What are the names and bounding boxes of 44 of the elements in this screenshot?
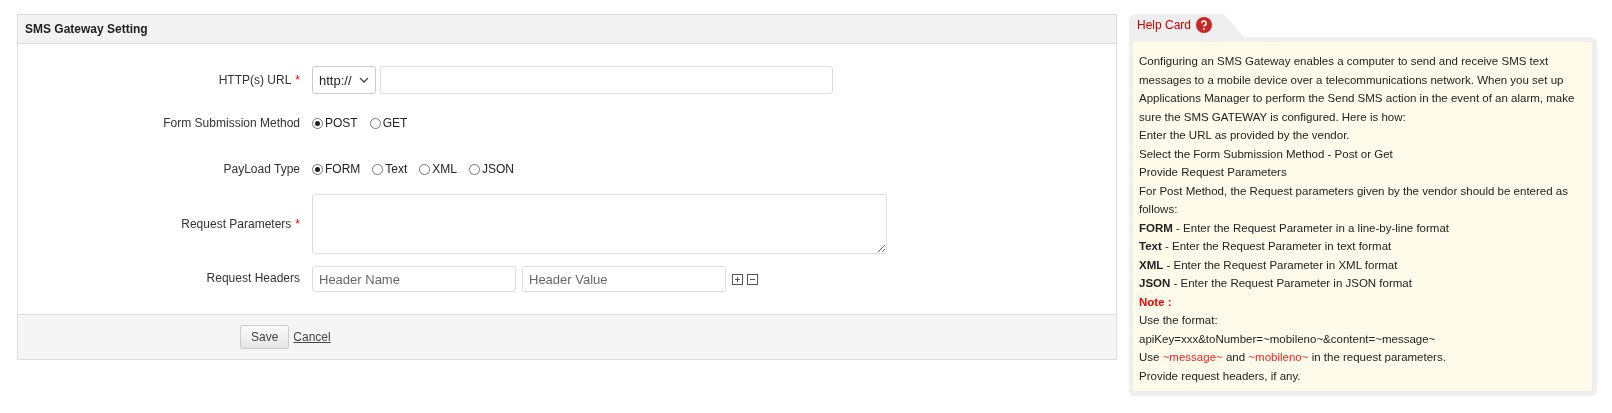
field-label: Form Submission Method — [163, 116, 300, 130]
radio-label: JSON — [482, 162, 515, 176]
radio-label: GET — [382, 116, 408, 130]
radio-label: FORM — [325, 162, 361, 176]
header-value-field[interactable]: Header Value — [522, 266, 726, 292]
remove-icon[interactable] — [747, 273, 758, 285]
help-text: and — [1224, 351, 1247, 363]
url-field[interactable] — [380, 66, 833, 94]
help-text: in the request parameters. — [1310, 351, 1446, 363]
help-text: Use the format: — [1139, 313, 1219, 328]
save-button[interactable]: Save — [240, 325, 290, 349]
required-mark: * — [295, 73, 300, 87]
help-text: Enter the URL as provided by the vendor. — [1139, 128, 1351, 143]
parameters-field[interactable] — [312, 194, 887, 254]
protocol-dropdown[interactable]: http:// — [312, 66, 376, 94]
highlighted-text: ~message~ — [1162, 351, 1223, 363]
field-label: HTTP(s) URL — [218, 73, 292, 87]
add-icon[interactable] — [732, 273, 743, 285]
radio-label: POST — [325, 116, 358, 130]
chevron-icon — [359, 77, 369, 83]
help-text: Text - Enter the Request Parameter in text format — [1139, 239, 1393, 254]
help-text: Use — [1139, 351, 1161, 363]
field-label: PayLoad Type — [223, 162, 300, 176]
help-text: FORM - Enter the Request Parameter in a line-by-line format — [1139, 220, 1450, 236]
note-heading: Note : — [1139, 294, 1173, 310]
required-mark: * — [295, 217, 300, 231]
help-text: apiKey=xxx&toNumber=~mobileno~&content=~message~ — [1139, 331, 1437, 347]
help-title: Help Card — [1137, 18, 1192, 32]
help-text: Provide Request Parameters — [1139, 165, 1288, 180]
help-icon — [1196, 17, 1213, 33]
radio-label: Text — [385, 162, 408, 176]
help-text: Configuring an SMS Gateway enables a computer to send and receive SMS text messages to a mobile device over a telecommunications network. When you set up Applications Manager to perform the Send SMS action in the event of an alarm, make sure the SMS GATEWAY is configured. Here is how: — [1139, 54, 1576, 125]
help-text: JSON - Enter the Request Parameter in JSON format — [1139, 276, 1413, 291]
highlighted-text: ~mobileno~ — [1248, 351, 1309, 363]
help-text: Provide request headers, if any. — [1139, 368, 1302, 384]
field-label: Request Headers — [206, 271, 300, 285]
cancel-link[interactable]: Cancel — [293, 330, 331, 344]
help-text: Select the Form Submission Method - Post or Get — [1139, 146, 1394, 162]
radio-label: XML — [432, 162, 458, 176]
help-text: For Post Method, the Request parameters given by the vendor should be entered as follows: — [1139, 183, 1569, 217]
field-label: Request Parameters — [181, 217, 292, 231]
help-text: XML - Enter the Request Parameter in XML format — [1139, 257, 1399, 273]
header-name-field[interactable]: Header Name — [312, 266, 516, 292]
panel-title: SMS Gateway Setting — [18, 15, 1116, 44]
